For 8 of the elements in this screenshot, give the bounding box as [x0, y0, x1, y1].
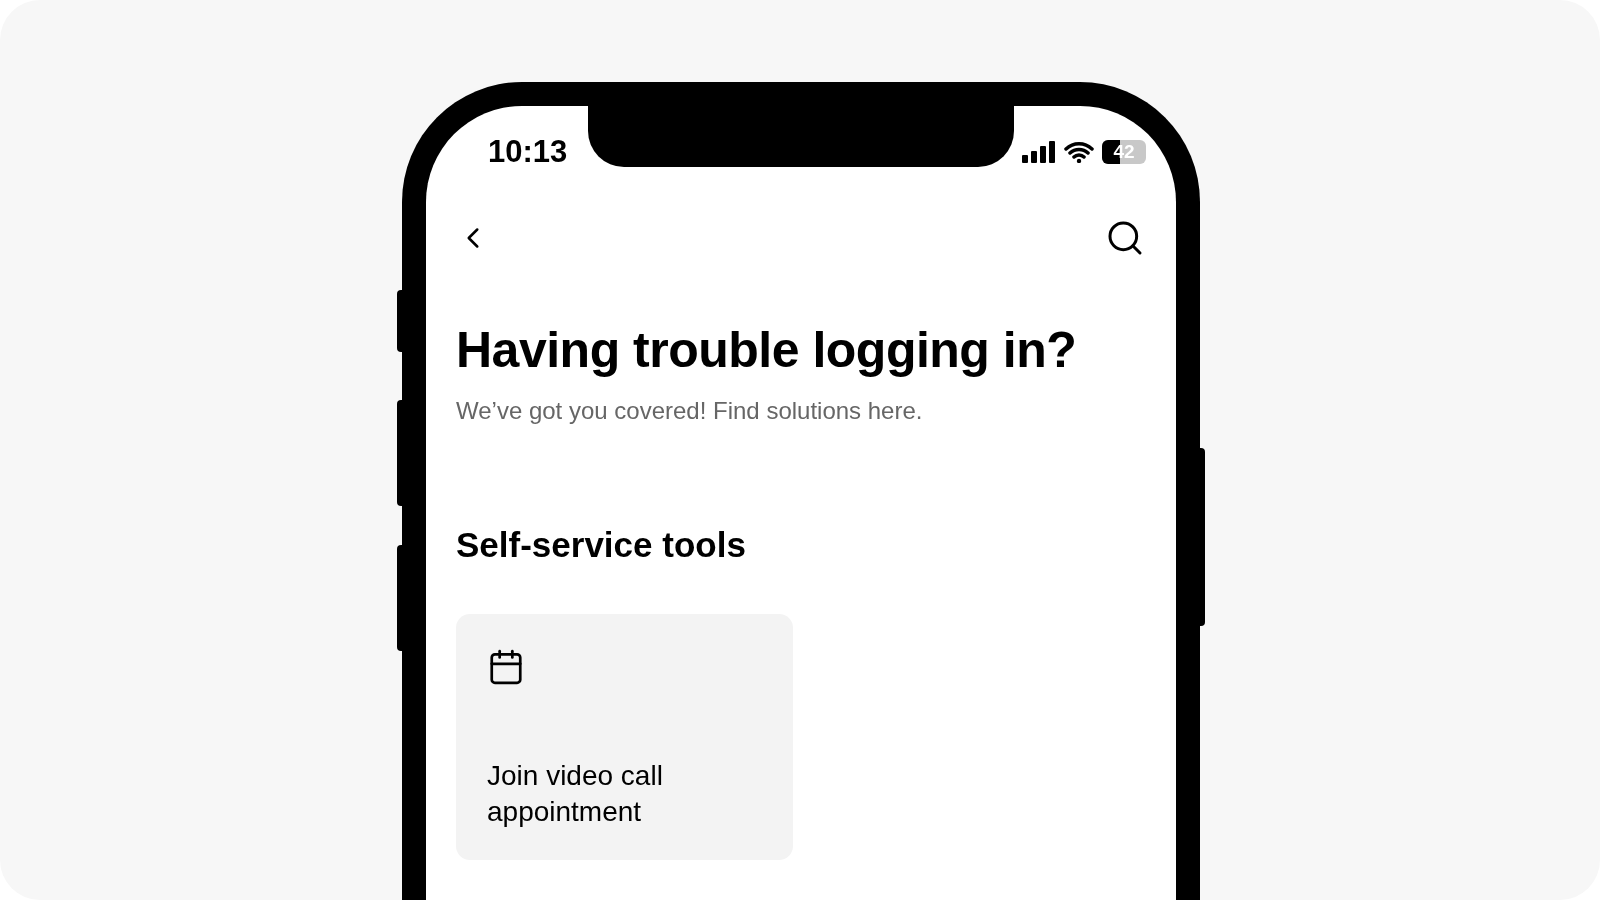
tool-card[interactable]: Join video call appointment: [456, 614, 793, 860]
wifi-icon: [1064, 141, 1094, 163]
section-title: Self-service tools: [456, 524, 747, 566]
calendar-icon: [487, 648, 525, 686]
status-time: 10:13: [488, 132, 568, 171]
page-subtitle: We’ve got you covered! Find solutions here.: [456, 396, 924, 426]
page-title: Having trouble logging in?: [456, 321, 1078, 380]
signal-icon: [1022, 141, 1056, 163]
